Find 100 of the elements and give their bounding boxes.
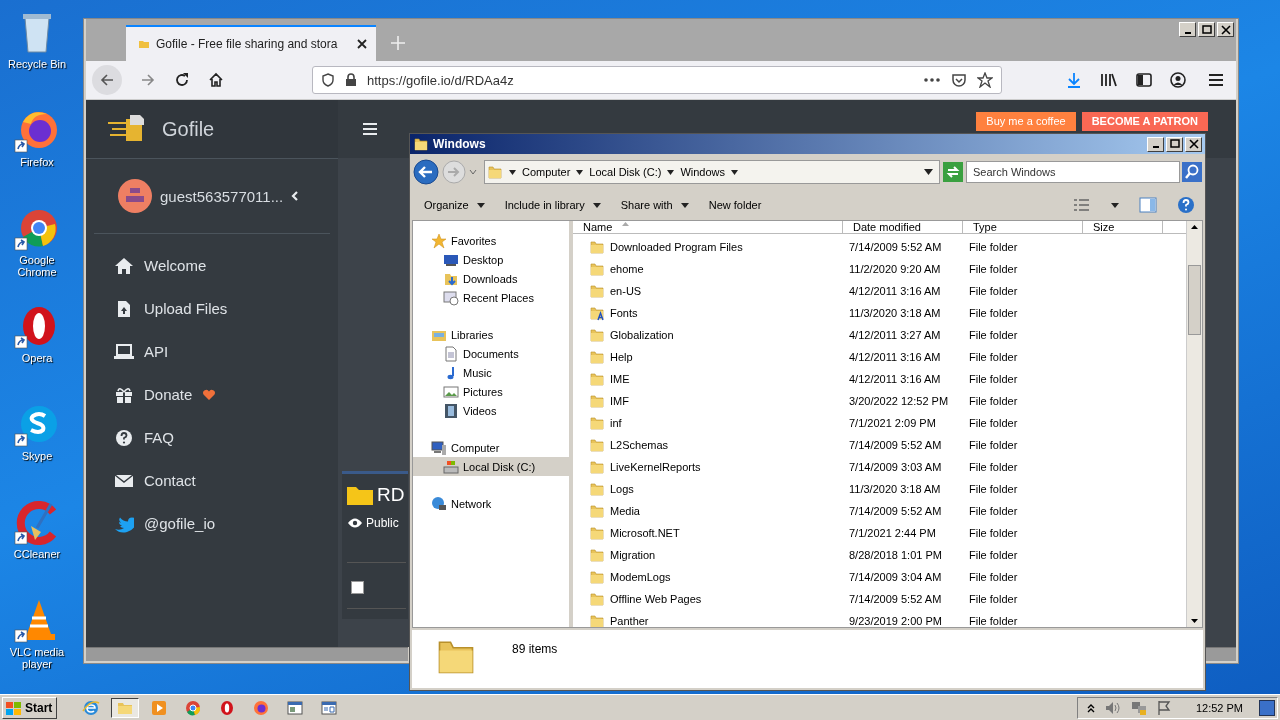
desktop-icon-label[interactable]: Firefox [2,156,72,168]
breadcrumb-item[interactable]: Windows [680,166,726,178]
caret-icon[interactable] [731,169,739,175]
desktop-icon-label[interactable]: Google Chrome [2,254,72,278]
desktop-icon-label[interactable]: Recycle Bin [2,58,72,70]
toolbar-button[interactable]: New folder [708,199,762,211]
scroll-thumb[interactable] [1188,265,1201,335]
toolbar-button[interactable]: Include in library [504,199,601,211]
close-button[interactable] [1185,136,1202,152]
column-header[interactable]: Size [1083,221,1163,233]
chevron-left-icon[interactable] [291,190,300,202]
file-row[interactable]: IMF 3/20/2022 12:52 PM File folder [573,390,1186,412]
account-icon[interactable] [1170,72,1186,88]
sidebar-menu-item[interactable]: Upload Files [114,287,338,330]
navigation-item[interactable]: Recent Places [413,288,569,307]
browser-tab[interactable]: Gofile - Free file sharing and stora [126,25,376,61]
clock[interactable]: 12:52 PM [1195,701,1243,714]
sidebar-menu-item[interactable]: Welcome [114,244,338,287]
column-header[interactable]: Type [963,221,1083,233]
close-button[interactable] [1217,22,1234,37]
sidebar-menu-item[interactable]: Donate [114,373,338,416]
navigation-item[interactable]: Favorites [413,231,569,250]
taskbar-button[interactable] [111,697,140,718]
view-options-icon[interactable] [1073,198,1091,212]
navigation-item[interactable]: Downloads [413,269,569,288]
more-icon[interactable] [923,77,941,83]
sidebar-menu-item[interactable]: @gofile_io [114,502,338,545]
network-icon[interactable] [1129,699,1148,716]
caret-icon[interactable] [576,169,584,175]
navigation-item[interactable]: Local Disk (C:) [413,457,569,476]
file-row[interactable]: Downloaded Program Files 7/14/2009 5:52 AM File folder [573,236,1186,258]
navigation-item[interactable]: Computer [413,438,569,457]
file-row[interactable]: ModemLogs 7/14/2009 3:04 AM File folder [573,566,1186,588]
vertical-scrollbar[interactable] [1186,221,1202,627]
navigation-item[interactable]: Documents [413,344,569,363]
desktop-icon-label[interactable]: Skype [2,450,72,462]
file-row[interactable]: Globalization 4/12/2011 3:27 AM File folder [573,324,1186,346]
caret-icon[interactable] [1111,202,1119,208]
sidebar-menu-item[interactable]: API [114,330,338,373]
refresh-icon[interactable] [943,162,963,182]
caret-icon[interactable] [509,169,516,175]
file-row[interactable]: IME 4/12/2011 3:16 AM File folder [573,368,1186,390]
desktop-icon-label[interactable]: VLC media player [2,646,72,670]
breadcrumb-item[interactable]: Computer [522,166,571,178]
show-desktop-button[interactable] [1259,699,1275,716]
caret-icon[interactable] [924,169,933,175]
sidebar-icon[interactable] [1136,72,1152,88]
file-row[interactable]: Migration 8/28/2018 1:01 PM File folder [573,544,1186,566]
minimize-button[interactable] [1147,136,1164,152]
close-icon[interactable] [356,38,368,50]
file-row[interactable]: Microsoft.NET 7/1/2021 2:44 PM File folder [573,522,1186,544]
address-bar[interactable]: https://gofile.io/d/RDAa4z [312,66,1002,94]
file-row[interactable]: Help 4/12/2011 3:16 AM File folder [573,346,1186,368]
file-row[interactable]: ehome 11/2/2020 9:20 AM File folder [573,258,1186,280]
file-row[interactable]: Media 7/14/2009 5:52 AM File folder [573,500,1186,522]
breadcrumb-item[interactable]: Local Disk (C:) [589,166,662,178]
maximize-button[interactable] [1198,22,1215,37]
file-row[interactable]: inf 7/1/2021 2:09 PM File folder [573,412,1186,434]
navigation-item[interactable]: Desktop [413,250,569,269]
toolbar-button[interactable]: Organize [424,199,485,211]
maximize-button[interactable] [1166,136,1183,152]
caret-icon[interactable] [667,169,675,175]
column-header[interactable]: Name [573,221,843,233]
home-icon[interactable] [208,72,224,88]
reload-icon[interactable] [174,72,190,88]
sidebar-menu-item[interactable]: FAQ [114,416,338,459]
start-button[interactable]: Start [2,696,58,719]
search-icon[interactable] [1182,162,1202,182]
menu-icon[interactable] [1208,73,1224,87]
download-icon[interactable] [1066,72,1082,88]
file-row[interactable]: Logs 11/3/2020 3:18 AM File folder [573,478,1186,500]
bookmark-star-icon[interactable] [977,72,993,88]
address-bar[interactable]: Computer Local Disk (C:) Windows [484,160,940,184]
navigation-item[interactable]: Pictures [413,382,569,401]
flag-icon[interactable] [1155,699,1172,716]
horizontal-scrollbar[interactable] [86,647,408,661]
navigation-item[interactable]: Music [413,363,569,382]
back-icon[interactable] [413,159,439,185]
forward-icon[interactable] [140,72,156,88]
navigation-item[interactable]: Videos [413,401,569,420]
desktop-icon-label[interactable]: Opera [2,352,72,364]
file-row[interactable]: en-US 4/12/2011 3:16 AM File folder [573,280,1186,302]
username[interactable]: guest563577011... [160,187,284,205]
file-row[interactable]: LiveKernelReports 7/14/2009 3:03 AM File folder [573,456,1186,478]
checkbox[interactable] [351,581,364,594]
column-header[interactable]: Date modified [843,221,963,233]
search-field[interactable]: Search Windows [966,161,1180,183]
sidebar-menu-item[interactable]: Contact [114,459,338,502]
navigation-item[interactable]: Network [413,494,569,513]
toolbar-button[interactable]: Share with [620,199,689,211]
file-row[interactable]: Fonts 11/3/2020 3:18 AM File folder [573,302,1186,324]
help-icon[interactable] [1177,196,1195,214]
navigation-item[interactable]: Libraries [413,325,569,344]
file-row[interactable]: Offline Web Pages 7/14/2009 5:52 AM File folder [573,588,1186,610]
pocket-icon[interactable] [951,72,967,88]
file-row[interactable]: L2Schemas 7/14/2009 5:52 AM File folder [573,434,1186,456]
library-icon[interactable] [1100,72,1118,88]
desktop-icon-label[interactable]: CCleaner [2,548,72,560]
minimize-button[interactable] [1179,22,1196,37]
back-button[interactable] [92,65,122,95]
